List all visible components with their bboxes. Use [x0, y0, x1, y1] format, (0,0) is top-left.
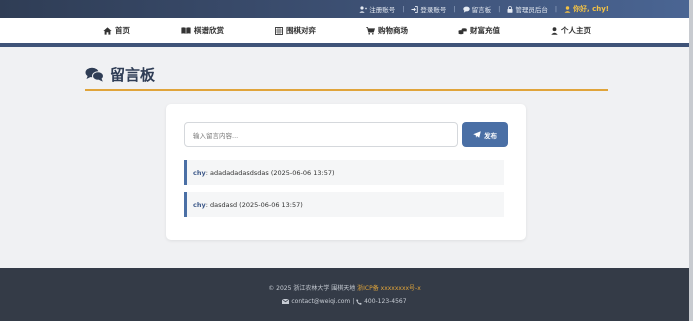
- title-underline: [85, 89, 608, 91]
- nav-home-label: 首页: [115, 26, 130, 35]
- phone-icon: [356, 298, 362, 305]
- cart-icon: [366, 26, 375, 35]
- footer-copyright: © 2025 浙江农林大学 围棋天地: [268, 285, 356, 292]
- admin-link[interactable]: 管理员后台: [507, 4, 548, 14]
- footer-email[interactable]: contact@weiqi.com: [291, 298, 350, 305]
- topbar-divider: |: [498, 5, 501, 13]
- login-link[interactable]: 登录账号: [411, 4, 446, 14]
- footer-phone[interactable]: 400-123-4567: [364, 298, 407, 305]
- message-text: : dasdasd (2025-06-06 13:57): [205, 200, 303, 209]
- comment-icon: [462, 6, 470, 13]
- user-plus-icon: [359, 5, 368, 13]
- nav-play[interactable]: 围棋对弈: [275, 25, 316, 36]
- top-bar: 注册账号 | 登录账号 | 留言板 | 管理员后台 | 你好, chy!: [0, 0, 689, 18]
- page-title-label: 留言板: [110, 66, 156, 84]
- paper-plane-icon: [473, 131, 481, 138]
- sign-in-icon: [411, 5, 419, 13]
- nav-shop[interactable]: 购物商场: [366, 25, 408, 36]
- user-icon: [564, 5, 571, 13]
- page-title: 留言板: [85, 64, 155, 85]
- nav-games-label: 棋谱欣赏: [194, 26, 224, 35]
- nav-recharge-label: 财富充值: [470, 26, 500, 35]
- message-text: : adadadadasdsdas (2025-06-06 13:57): [205, 168, 335, 177]
- nav-play-label: 围棋对弈: [286, 26, 316, 35]
- icp-link[interactable]: 浙ICP备 xxxxxxxx号-x: [357, 285, 421, 292]
- topbar-divider: |: [453, 5, 456, 13]
- register-link[interactable]: 注册账号: [359, 4, 395, 14]
- message-board-card: 输入留言内容... 发布 chy : adadadadasdsdas (2025…: [166, 104, 526, 240]
- nav-games[interactable]: 棋谱欣赏: [181, 25, 224, 36]
- nav-profile[interactable]: 个人主页: [551, 25, 591, 36]
- topbar-divider: |: [554, 5, 558, 13]
- nav-shop-label: 购物商场: [378, 26, 408, 35]
- nav-home[interactable]: 首页: [103, 25, 130, 36]
- footer-contact-line: contact@weiqi.com | 400-123-4567: [0, 298, 689, 305]
- book-icon: [181, 27, 191, 34]
- message-input-placeholder: 输入留言内容...: [193, 131, 239, 140]
- nav-recharge[interactable]: 财富充值: [458, 25, 500, 36]
- login-label: 登录账号: [420, 6, 447, 14]
- nav-profile-label: 个人主页: [561, 26, 591, 35]
- message-author: chy: [193, 168, 206, 177]
- publish-button-label: 发布: [484, 131, 497, 140]
- envelope-icon: [282, 299, 290, 304]
- coins-icon: [458, 27, 467, 34]
- message-item: chy : dasdasd (2025-06-06 13:57): [184, 192, 504, 217]
- user-greeting-label: 你好, chy!: [573, 5, 609, 13]
- user-greeting[interactable]: 你好, chy!: [564, 4, 609, 14]
- lock-icon: [507, 5, 513, 13]
- board-icon: [275, 26, 283, 35]
- admin-label: 管理员后台: [515, 6, 548, 14]
- page-scrollbar[interactable]: [689, 0, 693, 321]
- message-author: chy: [193, 200, 206, 209]
- topbar-divider: |: [402, 5, 405, 13]
- register-label: 注册账号: [369, 6, 396, 14]
- footer-copyright-line: © 2025 浙江农林大学 围棋天地 浙ICP备 xxxxxxxx号-x: [0, 283, 689, 292]
- guestbook-label: 留言板: [471, 6, 492, 14]
- main-nav: 首页 棋谱欣赏 围棋对弈 购物商场 财富充值 个人主页: [0, 18, 689, 43]
- comments-icon: [85, 67, 104, 82]
- user-icon: [551, 26, 558, 35]
- home-icon: [103, 26, 112, 35]
- message-item: chy : adadadadasdsdas (2025-06-06 13:57): [184, 160, 504, 185]
- nav-underline: [0, 43, 689, 47]
- message-input[interactable]: 输入留言内容...: [184, 122, 458, 147]
- footer-separator: |: [352, 298, 355, 305]
- publish-button[interactable]: 发布: [462, 122, 508, 147]
- guestbook-link[interactable]: 留言板: [462, 4, 492, 14]
- footer: © 2025 浙江农林大学 围棋天地 浙ICP备 xxxxxxxx号-x con…: [0, 268, 689, 321]
